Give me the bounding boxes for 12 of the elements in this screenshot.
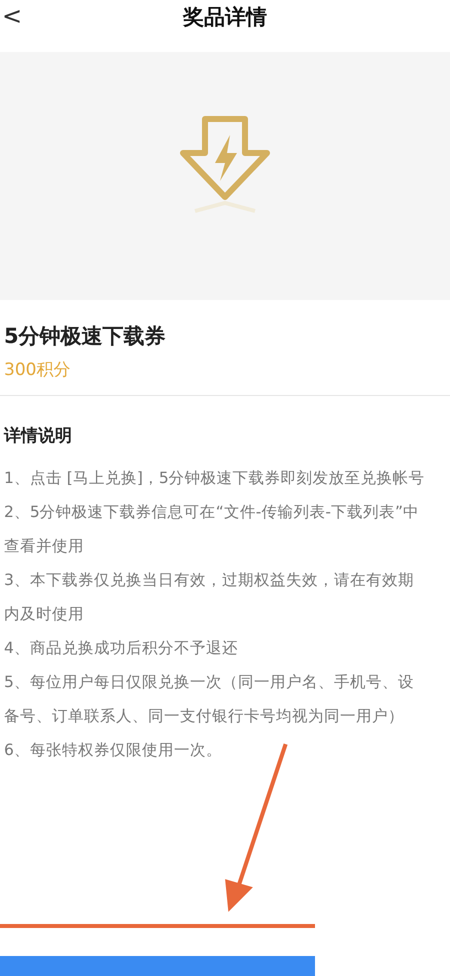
points-price: 300积分 [4,359,72,381]
prize-name: 5分钟极速下载券 [4,323,167,350]
rule-text: 4、商品兑换成功后积分不予退还 [4,638,239,659]
rule-text: 6、每张特权券仅限使用一次。 [4,740,223,761]
exchange-button[interactable] [0,956,315,976]
rule-text: 2、5分钟极速下载券信息可在“文件-传输列表-下载列表”中查看并使用 [4,502,420,557]
details-heading: 详情说明 [4,425,73,447]
rule-text: 1、点击 [马上兑换]，5分钟极速下载券即刻发放至兑换帐号 [4,468,426,489]
page-title: 奖品详情 [183,4,267,31]
rule-text: 5、每位用户每日仅限兑换一次（同一用户名、手机号、设备号、订单联系人、同一支付银行卡号均视为同一用户） [4,672,415,727]
rule-text: 3、本下载券仅兑换当日有效，过期权益失效，请在有效期内及时使用 [4,570,415,625]
back-button[interactable]: < [2,2,22,30]
